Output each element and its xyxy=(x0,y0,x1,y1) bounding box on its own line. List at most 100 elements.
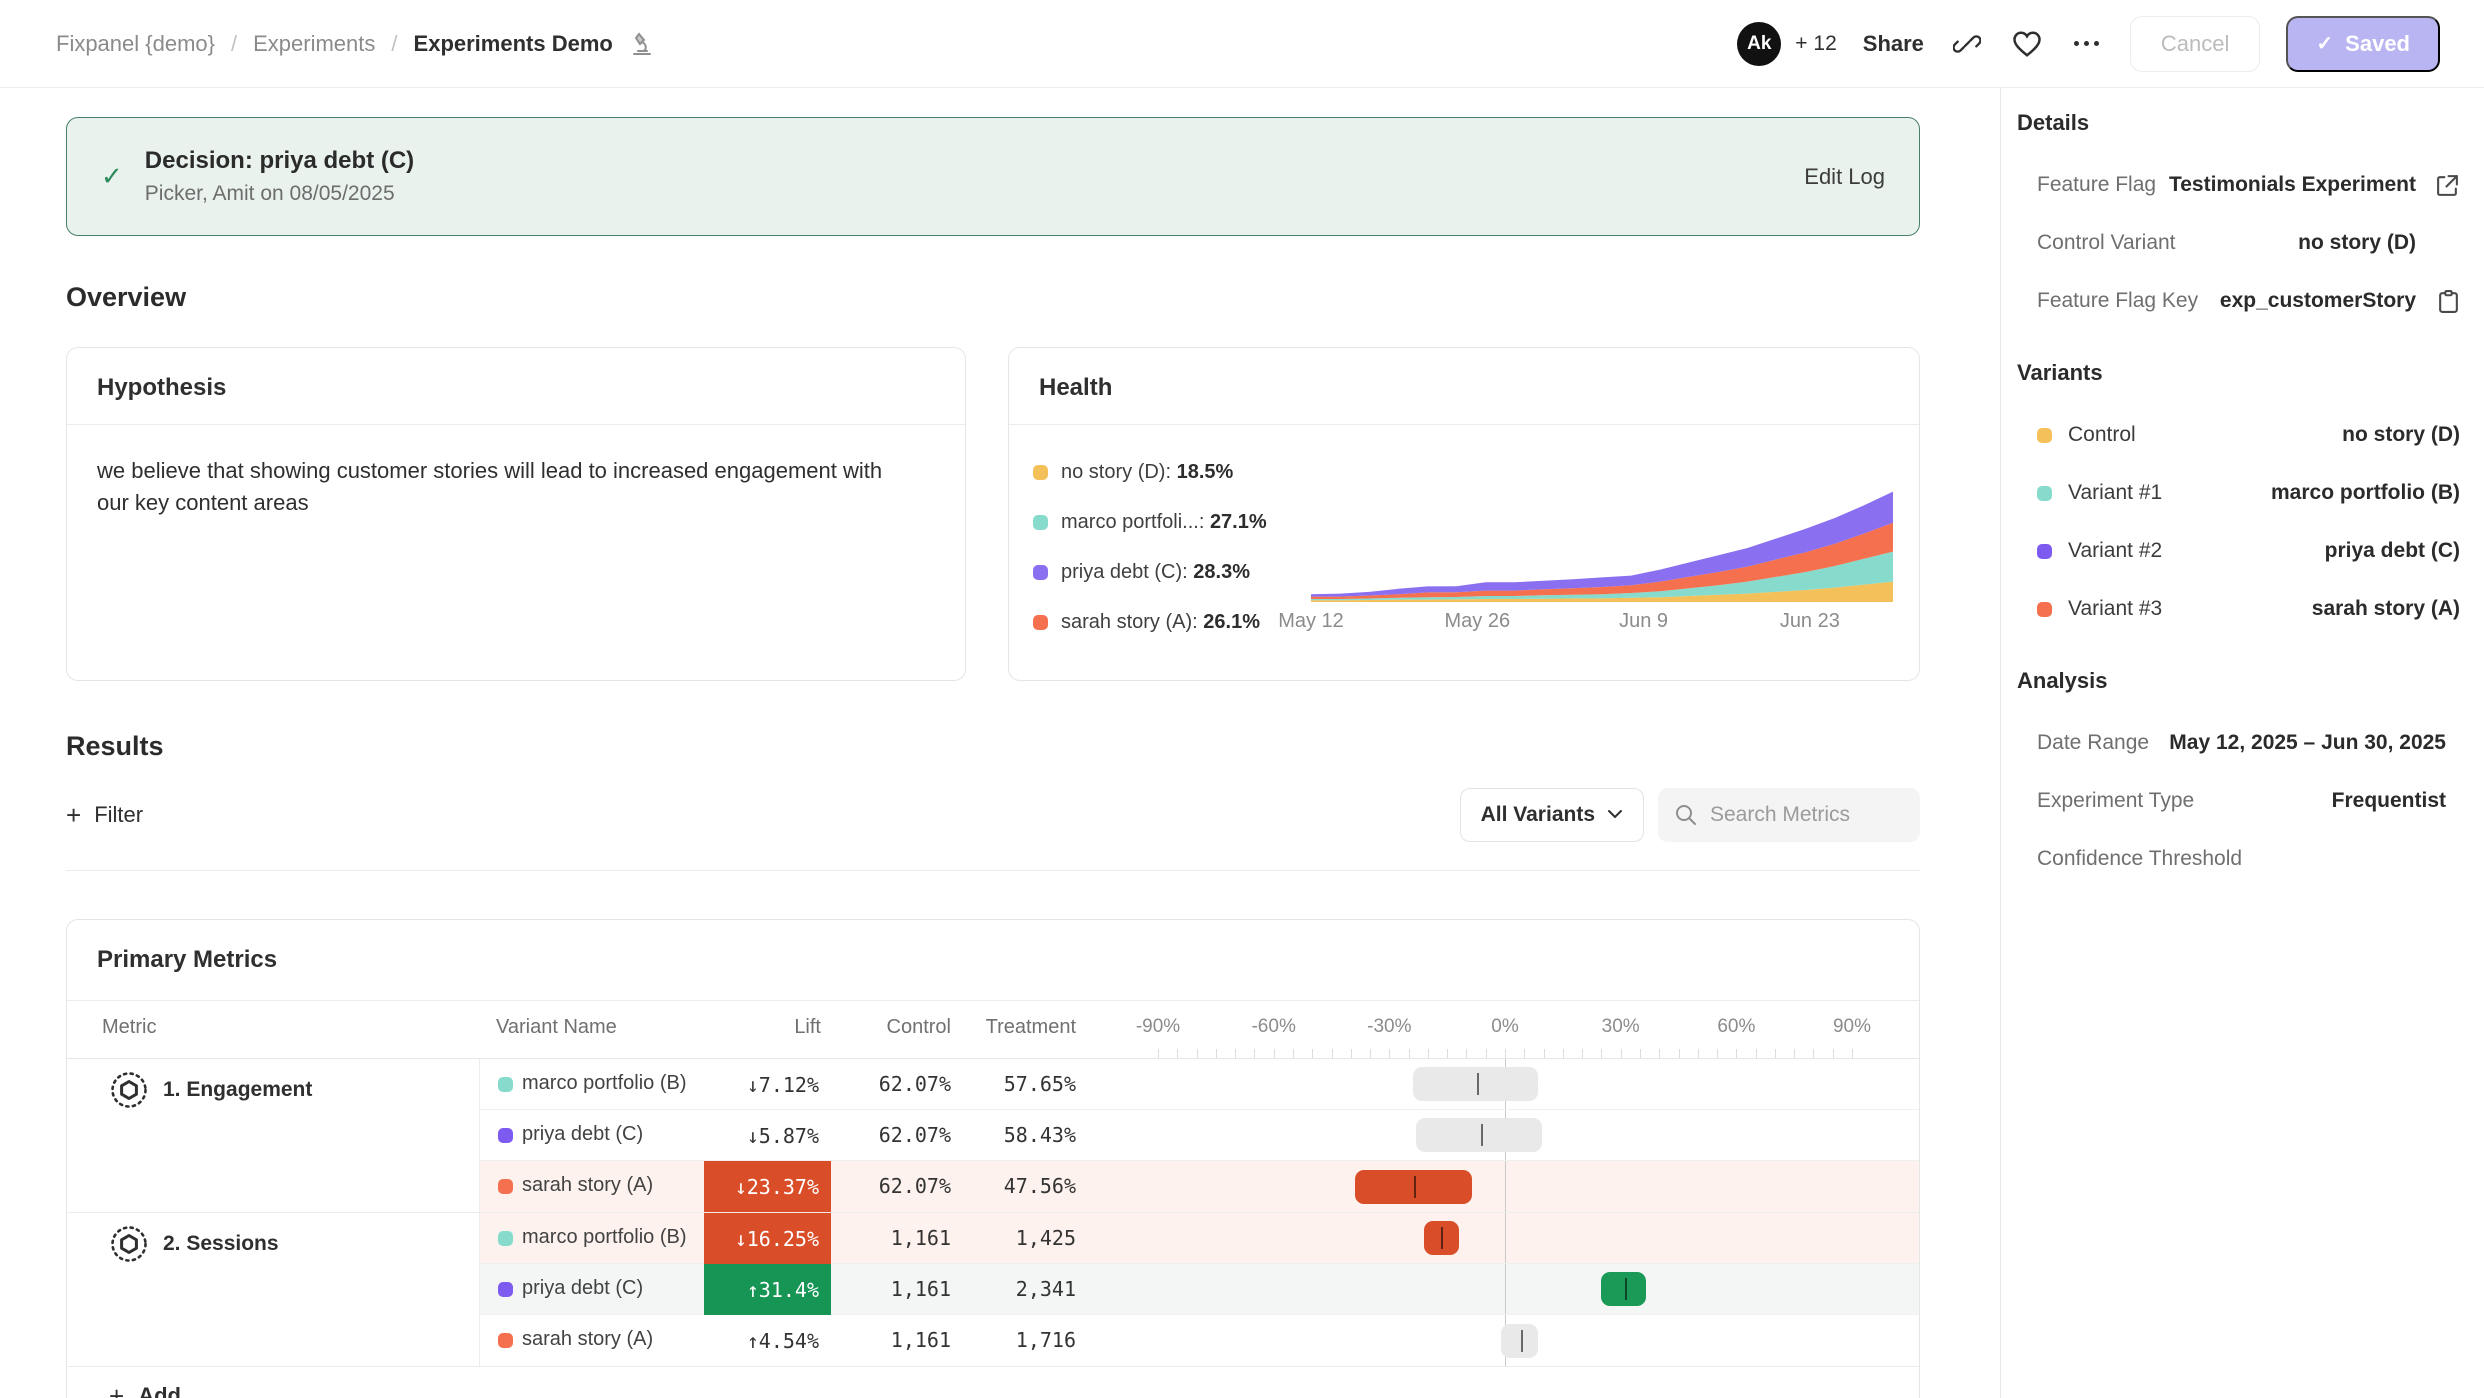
lift-axis-label: 60% xyxy=(1717,1016,1755,1038)
hypothesis-card: Hypothesis we believe that showing custo… xyxy=(66,347,966,681)
metric-cell[interactable]: 2. Sessions xyxy=(67,1213,480,1366)
overview-heading: Overview xyxy=(66,282,1920,313)
health-chart: May 12May 26Jun 9Jun 23 xyxy=(1311,439,1893,634)
microscope-icon xyxy=(629,31,655,57)
all-variants-dropdown[interactable]: All Variants xyxy=(1460,788,1644,842)
add-metric-button[interactable]: + Add xyxy=(67,1367,1919,1398)
variant-label: Control xyxy=(2068,423,2136,447)
lift-axis-label: -90% xyxy=(1136,1016,1180,1038)
search-metrics-input[interactable] xyxy=(1710,803,1904,827)
edit-log-button[interactable]: Edit Log xyxy=(1804,164,1885,190)
lift-value: ↑4.54% xyxy=(704,1315,831,1366)
breadcrumb-project[interactable]: Fixpanel {demo} xyxy=(56,31,215,57)
variant-swatch xyxy=(2037,428,2052,443)
lift-axis-label: -60% xyxy=(1251,1016,1295,1038)
variant-row: Variant #2 priya debt (C) xyxy=(2017,536,2460,566)
results-heading: Results xyxy=(66,731,1920,762)
metric-name: 1. Engagement xyxy=(163,1072,312,1102)
axis-tick xyxy=(1351,1049,1352,1058)
health-legend-item: no story (D): 18.5% xyxy=(1033,461,1311,484)
axis-tick xyxy=(1813,1049,1814,1058)
table-row[interactable]: priya debt (C)↓5.87%62.07%58.43% xyxy=(480,1110,1919,1161)
variant-swatch xyxy=(2037,486,2052,501)
lift-axis-label: 90% xyxy=(1833,1016,1871,1038)
column-control: Control xyxy=(831,1016,951,1039)
health-legend: no story (D): 18.5% marco portfoli...: 27… xyxy=(1033,439,1311,634)
lift-marker xyxy=(1477,1073,1479,1095)
decision-check-icon: ✓ xyxy=(101,161,123,192)
variant-swatch xyxy=(498,1231,513,1246)
detail-value[interactable]: Testimonials Experiment xyxy=(2169,173,2416,197)
add-filter-button[interactable]: + Filter xyxy=(66,802,143,828)
variant-name: priya debt (C) xyxy=(522,1123,643,1146)
table-row[interactable]: priya debt (C)↑31.4%1,1612,341 xyxy=(480,1264,1919,1315)
axis-tick xyxy=(1659,1049,1660,1058)
share-button[interactable]: Share xyxy=(1863,31,1924,57)
axis-tick xyxy=(1582,1049,1583,1058)
legend-label: marco portfoli...: 27.1% xyxy=(1061,511,1267,534)
more-options-icon[interactable] xyxy=(2070,27,2104,61)
analysis-label: Confidence Threshold xyxy=(2037,847,2242,871)
column-treatment: Treatment xyxy=(951,1016,1076,1039)
variant-label: Variant #1 xyxy=(2068,481,2162,505)
saved-button[interactable]: ✓ Saved xyxy=(2286,16,2440,72)
table-row[interactable]: marco portfolio (B)↓7.12%62.07%57.65% xyxy=(480,1059,1919,1110)
external-link-icon[interactable] xyxy=(2416,173,2460,198)
zero-line xyxy=(1505,1213,1506,1263)
table-row[interactable]: marco portfolio (B)↓16.25%1,1611,425 xyxy=(480,1213,1919,1264)
health-legend-item: sarah story (A): 26.1% xyxy=(1033,611,1311,634)
health-title: Health xyxy=(1009,348,1919,425)
axis-tick xyxy=(1717,1049,1718,1058)
variant-swatch xyxy=(498,1282,513,1297)
detail-value: no story (D) xyxy=(2298,231,2416,255)
variant-rows: marco portfolio (B)↓16.25%1,1611,425priy… xyxy=(480,1213,1919,1366)
control-value: 1,161 xyxy=(831,1277,951,1301)
axis-tick xyxy=(1447,1049,1448,1058)
analysis-row-confidence-threshold: Confidence Threshold xyxy=(2017,844,2460,874)
table-row[interactable]: sarah story (A)↓23.37%62.07%47.56% xyxy=(480,1161,1919,1212)
plus-icon: + xyxy=(66,802,81,828)
axis-tick xyxy=(1293,1049,1294,1058)
variant-rows: marco portfolio (B)↓7.12%62.07%57.65%pri… xyxy=(480,1059,1919,1212)
copy-link-icon[interactable] xyxy=(1950,27,1984,61)
analysis-label: Date Range xyxy=(2037,731,2149,755)
metric-cell[interactable]: 1. Engagement xyxy=(67,1059,480,1212)
confidence-interval-bar xyxy=(1416,1118,1541,1152)
detail-row-feature-flag: Feature Flag Testimonials Experiment xyxy=(2017,170,2460,200)
confidence-interval-bar xyxy=(1501,1324,1538,1358)
detail-row-control-variant: Control Variant no story (D) xyxy=(2017,228,2460,258)
collaborators-count[interactable]: + 12 xyxy=(1795,32,1836,56)
axis-tick xyxy=(1254,1049,1255,1058)
breadcrumb-separator: / xyxy=(391,31,397,57)
cancel-button[interactable]: Cancel xyxy=(2130,16,2260,72)
treatment-value: 1,716 xyxy=(951,1328,1076,1352)
x-axis-label: May 12 xyxy=(1278,610,1344,633)
confidence-interval-bar xyxy=(1424,1221,1459,1255)
axis-tick xyxy=(1235,1049,1236,1058)
variant-swatch xyxy=(498,1077,513,1092)
control-value: 1,161 xyxy=(831,1226,951,1250)
variant-row: Control no story (D) xyxy=(2017,420,2460,450)
copy-clipboard-icon[interactable] xyxy=(2416,289,2460,314)
lift-axis-label: -30% xyxy=(1367,1016,1411,1038)
legend-swatch xyxy=(1033,565,1048,580)
table-row[interactable]: sarah story (A)↑4.54%1,1611,716 xyxy=(480,1315,1919,1366)
lift-value: ↓23.37% xyxy=(704,1161,831,1212)
treatment-value: 58.43% xyxy=(951,1123,1076,1147)
column-variant-name: Variant Name xyxy=(496,1016,617,1039)
axis-tick xyxy=(1177,1049,1178,1058)
confidence-interval-bar xyxy=(1413,1067,1538,1101)
breadcrumb: Fixpanel {demo} / Experiments / Experime… xyxy=(56,31,655,57)
variant-label: Variant #2 xyxy=(2068,539,2162,563)
avatar[interactable]: Ak xyxy=(1737,22,1781,66)
axis-tick xyxy=(1332,1049,1333,1058)
axis-tick xyxy=(1505,1049,1506,1058)
lift-marker xyxy=(1441,1227,1443,1249)
axis-tick xyxy=(1563,1049,1564,1058)
top-bar: Fixpanel {demo} / Experiments / Experime… xyxy=(0,0,2484,88)
variant-label: Variant #3 xyxy=(2068,597,2162,621)
axis-tick xyxy=(1370,1049,1371,1058)
favorite-heart-icon[interactable] xyxy=(2010,27,2044,61)
breadcrumb-experiments[interactable]: Experiments xyxy=(253,31,375,57)
variant-row: Variant #3 sarah story (A) xyxy=(2017,594,2460,624)
